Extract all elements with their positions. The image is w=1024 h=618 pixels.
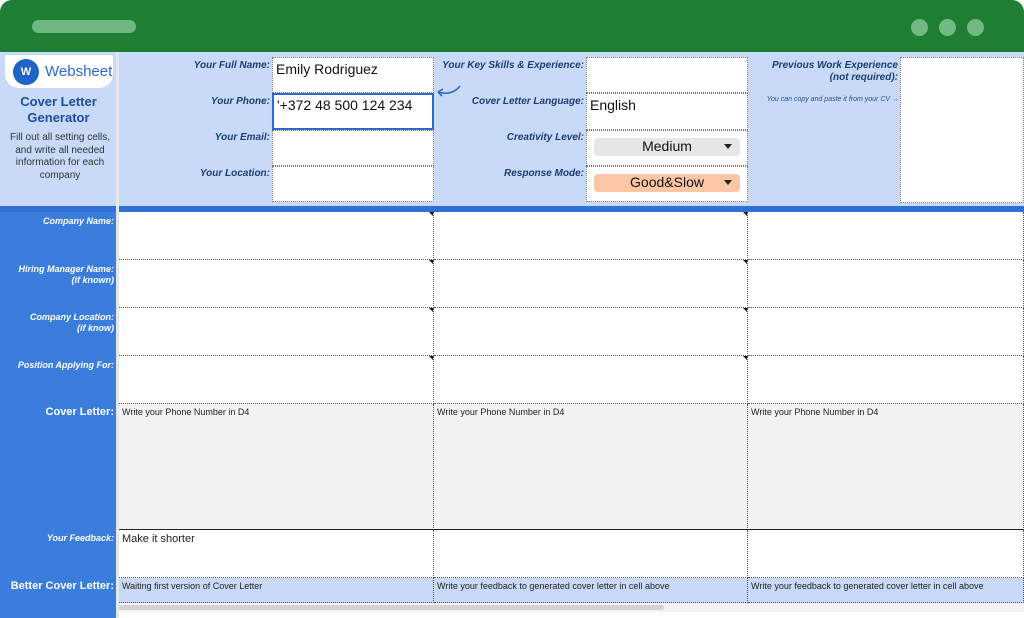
better-cover-letter-cell-1[interactable]: Waiting first version of Cover Letter [119, 578, 434, 603]
response-mode-dropdown[interactable]: Good&Slow [594, 174, 740, 192]
better-cover-letter-text-2: Write your feedback to generated cover l… [437, 581, 670, 591]
hiring-manager-cell-3[interactable] [748, 260, 1024, 308]
feedback-text-2 [434, 530, 747, 533]
email-cell[interactable] [272, 130, 434, 166]
cover-letter-cell-2[interactable]: Write your Phone Number in D4 [434, 404, 748, 530]
chevron-down-icon [724, 144, 732, 149]
window-titlebar [0, 0, 1024, 52]
creativity-dropdown[interactable]: Medium [594, 138, 740, 156]
note-marker [743, 356, 747, 360]
skills-label: Your Key Skills & Experience: [442, 60, 584, 71]
window-control-dot-1[interactable] [911, 19, 928, 36]
previous-work-label-line2: (not required): [829, 72, 898, 83]
location-label: Your Location: [199, 168, 270, 179]
location-cell[interactable] [272, 166, 434, 202]
better-cover-letter-text-3: Write your feedback to generated cover l… [751, 581, 984, 591]
app-title: Cover Letter Generator [20, 94, 97, 125]
chevron-down-icon [724, 180, 732, 185]
better-cover-letter-label: Better Cover Letter: [10, 580, 114, 592]
note-marker [743, 260, 747, 264]
note-marker [429, 212, 433, 216]
company-location-label-line2: (if know) [77, 323, 114, 333]
phone-label: Your Phone: [210, 96, 270, 107]
logo-text: Websheet [45, 63, 113, 80]
cover-letter-cell-1[interactable]: Write your Phone Number in D4 [119, 404, 434, 530]
position-cell-1[interactable] [119, 356, 434, 404]
address-bar-placeholder [32, 20, 136, 33]
response-mode-value: Good&Slow [630, 174, 704, 190]
previous-work-label-line1: Previous Work Experience [772, 60, 898, 71]
phone-cell[interactable]: '+372 48 500 124 234 [272, 93, 434, 130]
company-name-cell-1[interactable] [119, 212, 434, 260]
full-name-cell[interactable]: Emily Rodriguez [272, 57, 434, 93]
skills-value [587, 58, 747, 61]
cover-letter-cell-3[interactable]: Write your Phone Number in D4 [748, 404, 1024, 530]
feedback-cell-1[interactable]: Make it shorter [119, 530, 434, 578]
language-label: Cover Letter Language: [471, 96, 584, 107]
previous-work-hint: You can copy and paste it from your CV → [766, 96, 899, 103]
response-mode-label: Response Mode: [503, 168, 584, 179]
creativity-label: Creativity Level: [506, 132, 584, 143]
better-cover-letter-text-1: Waiting first version of Cover Letter [122, 581, 263, 591]
language-cell[interactable]: English [586, 93, 748, 130]
column-separator [116, 52, 119, 618]
phone-value: '+372 48 500 124 234 [277, 97, 413, 113]
full-name-value: Emily Rodriguez [276, 61, 378, 77]
position-cell-2[interactable] [434, 356, 748, 404]
full-name-label: Your Full Name: [193, 60, 270, 71]
spreadsheet: W Websheet Cover Letter Generator Fill o… [0, 52, 1024, 618]
company-location-cell-1[interactable] [119, 308, 434, 356]
company-location-label: Company Location: (if know) [0, 312, 114, 334]
creativity-value: Medium [642, 138, 692, 154]
feedback-cell-2[interactable] [434, 530, 748, 578]
globe-icon: W [13, 58, 39, 85]
hiring-manager-cell-1[interactable] [119, 260, 434, 308]
cover-letter-text-2: Write your Phone Number in D4 [437, 407, 565, 417]
better-cover-letter-cell-2[interactable]: Write your feedback to generated cover l… [434, 578, 748, 603]
better-cover-letter-cell-3[interactable]: Write your feedback to generated cover l… [748, 578, 1024, 603]
note-marker [743, 212, 747, 216]
hiring-manager-label-line2: (if known) [71, 275, 115, 285]
language-value: English [590, 97, 636, 113]
feedback-text-3 [748, 530, 1023, 533]
hiring-manager-label-line1: Hiring Manager Name: [18, 264, 114, 274]
note-marker [743, 308, 747, 312]
company-name-cell-2[interactable] [434, 212, 748, 260]
feedback-cell-3[interactable] [748, 530, 1024, 578]
company-location-cell-2[interactable] [434, 308, 748, 356]
window-control-dot-3[interactable] [967, 19, 984, 36]
window-control-dot-2[interactable] [939, 19, 956, 36]
websheet-logo: W Websheet [5, 55, 113, 88]
previous-work-cell[interactable] [900, 57, 1024, 203]
note-marker [429, 356, 433, 360]
cover-letter-text-3: Write your Phone Number in D4 [751, 407, 879, 417]
company-location-label-line1: Company Location: [29, 312, 114, 322]
position-cell-3[interactable] [748, 356, 1024, 404]
hiring-manager-cell-2[interactable] [434, 260, 748, 308]
hiring-manager-label: Hiring Manager Name: (if known) [0, 264, 114, 286]
app-description: Fill out all setting cells, and write al… [9, 132, 111, 181]
location-value [273, 167, 433, 170]
horizontal-scrollbar[interactable] [118, 605, 664, 610]
previous-work-label: Previous Work Experience (not required): [752, 60, 898, 84]
feedback-label: Your Feedback: [46, 533, 114, 543]
skills-cell[interactable] [586, 57, 748, 93]
company-location-cell-3[interactable] [748, 308, 1024, 356]
position-label: Position Applying For: [17, 360, 114, 370]
company-name-cell-3[interactable] [748, 212, 1024, 260]
feedback-text-1: Make it shorter [122, 533, 195, 545]
email-label: Your Email: [214, 132, 270, 143]
email-value [273, 131, 433, 134]
cover-letter-label: Cover Letter: [45, 406, 114, 418]
note-marker [429, 260, 433, 264]
note-marker [429, 308, 433, 312]
company-name-label: Company Name: [42, 216, 114, 226]
cover-letter-text-1: Write your Phone Number in D4 [122, 407, 250, 417]
